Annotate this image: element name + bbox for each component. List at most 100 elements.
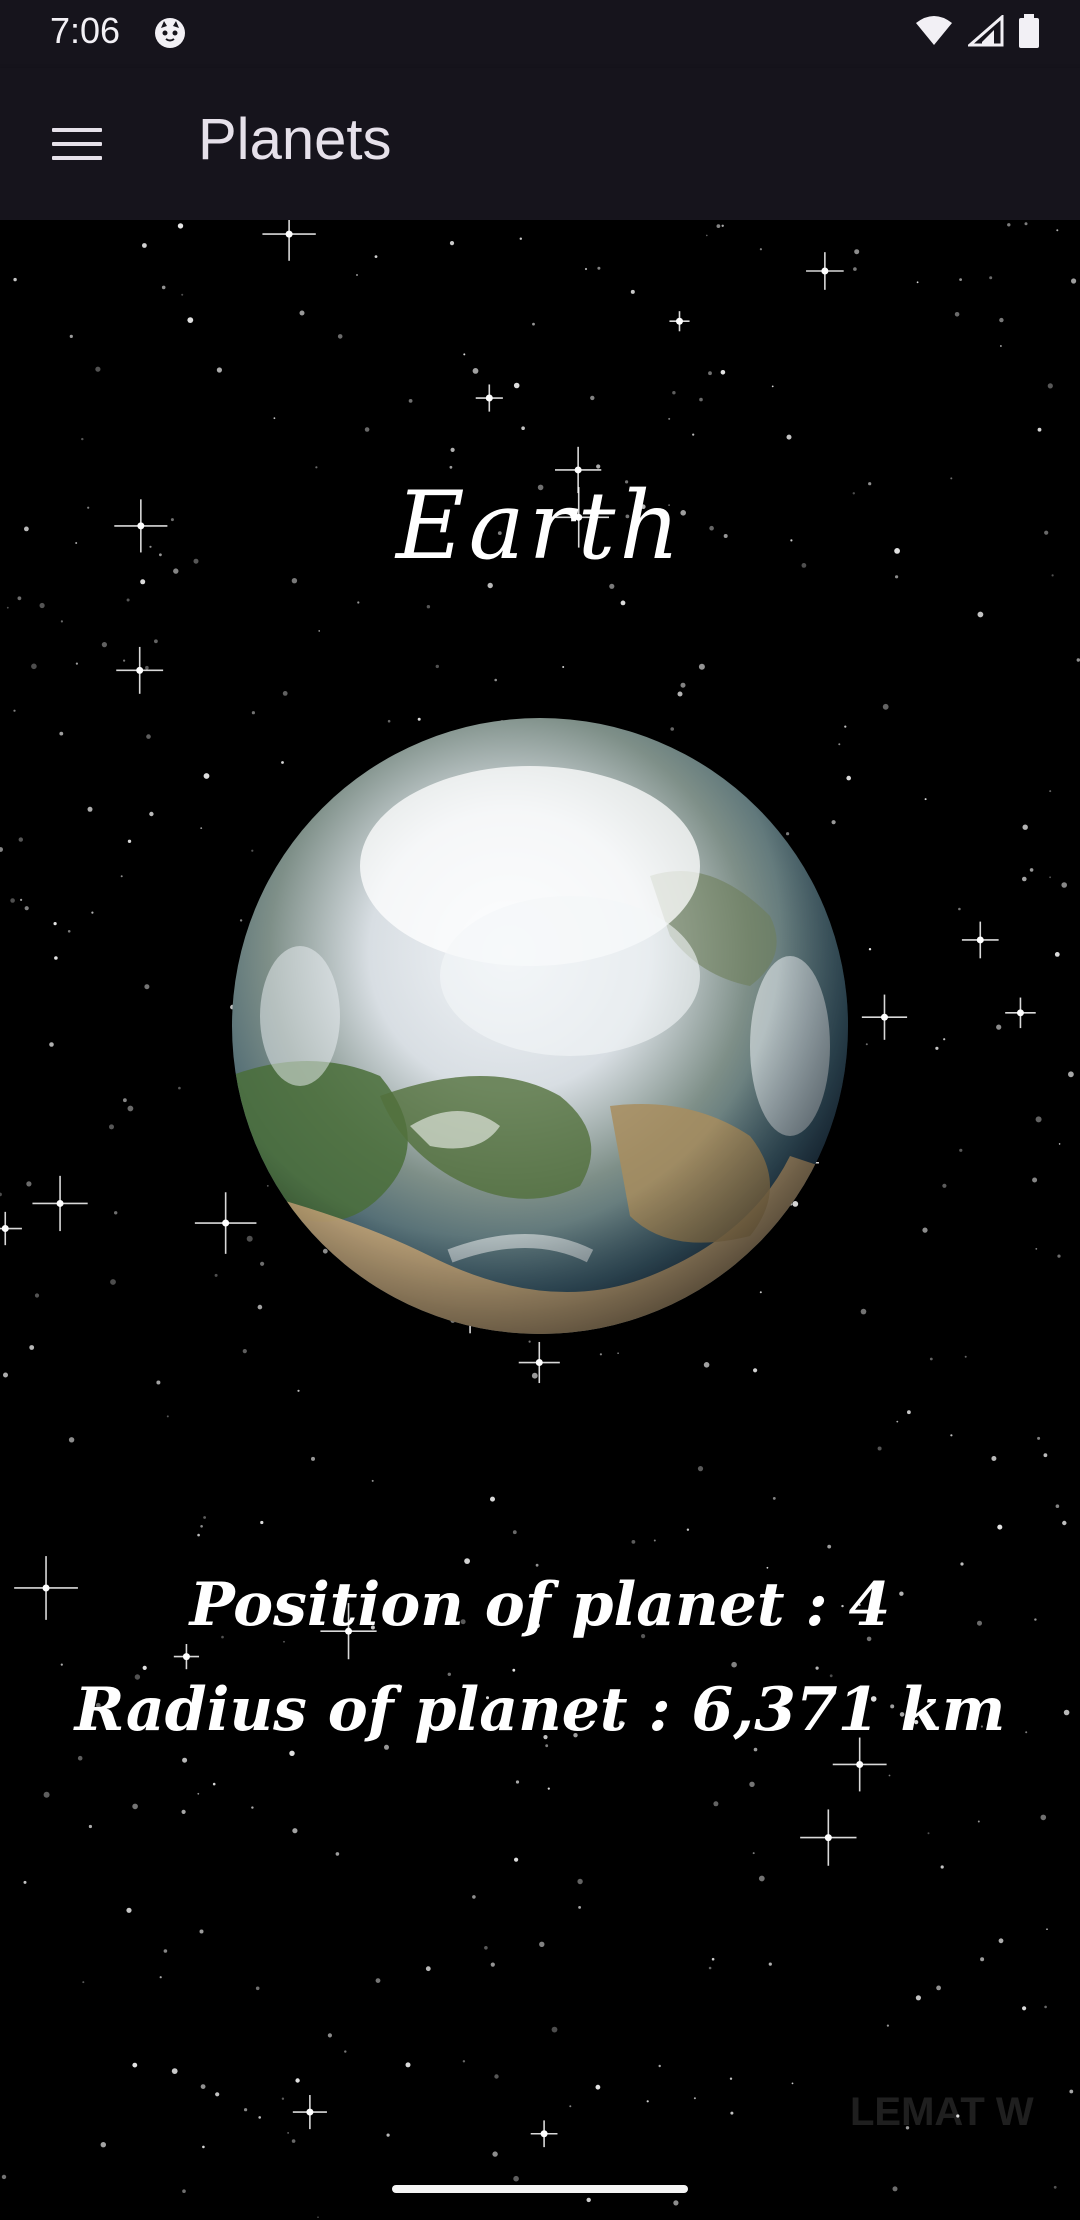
star: [768, 1962, 772, 1966]
star: [69, 334, 73, 338]
star: [100, 2142, 107, 2148]
star: [299, 310, 305, 316]
star: [177, 223, 184, 229]
star: [6, 606, 9, 609]
star: [81, 437, 84, 441]
star: [487, 582, 493, 589]
sparkle-star: [32, 1175, 88, 1232]
star: [10, 898, 15, 903]
star: [484, 1946, 488, 1950]
star: [215, 2092, 220, 2097]
planet-radius: Radius of planet : 6,371 km: [74, 1675, 1006, 1745]
star: [547, 1787, 550, 1790]
star: [693, 2097, 696, 2100]
star: [521, 426, 525, 430]
sparkle-star: [292, 2095, 327, 2130]
star: [999, 317, 1004, 323]
star: [244, 2108, 248, 2112]
signal-icon: [968, 15, 1004, 47]
star: [692, 433, 695, 436]
star: [915, 1995, 922, 2001]
star: [20, 898, 23, 902]
star: [729, 2077, 733, 2080]
sparkle-star: [832, 1737, 887, 1792]
sparkle-star: [1005, 997, 1036, 1029]
star: [123, 1098, 127, 1103]
star: [711, 1957, 715, 1961]
star: [199, 1929, 204, 1934]
star: [60, 1663, 63, 1666]
star: [716, 224, 721, 228]
star: [749, 1781, 755, 1788]
star: [344, 2050, 347, 2053]
star: [753, 1368, 758, 1373]
star: [13, 277, 17, 282]
star: [771, 385, 774, 388]
star: [531, 1372, 538, 1379]
star: [927, 1832, 930, 1835]
star: [39, 602, 45, 609]
star: [17, 596, 22, 601]
planet-position: Position of planet : 4: [189, 1570, 891, 1640]
star: [123, 659, 126, 662]
star: [357, 601, 360, 604]
star: [214, 1273, 218, 1277]
star: [182, 1757, 188, 1763]
star: [449, 241, 455, 246]
star: [408, 399, 413, 403]
star: [101, 642, 107, 648]
star: [935, 1046, 939, 1050]
star: [463, 353, 466, 356]
star: [297, 1389, 300, 1392]
star: [584, 267, 588, 271]
home-indicator[interactable]: [392, 2185, 688, 2193]
star: [590, 395, 595, 401]
star: [335, 1852, 340, 1856]
star: [1022, 2006, 1027, 2011]
star: [886, 2024, 890, 2027]
star: [120, 875, 123, 878]
star: [127, 1105, 134, 1112]
star: [24, 906, 29, 911]
star: [758, 1875, 765, 1882]
star: [989, 276, 993, 280]
star: [114, 1211, 118, 1215]
star: [882, 703, 889, 710]
star: [156, 1380, 161, 1385]
app-bar: Planets: [0, 68, 1080, 220]
planet-name: Earth: [396, 472, 684, 581]
star: [977, 1820, 980, 1823]
star: [1049, 790, 1052, 793]
star: [1043, 1453, 1048, 1458]
star: [54, 956, 58, 960]
star: [450, 447, 455, 452]
star: [132, 2062, 138, 2068]
sparkle-star: [518, 1341, 560, 1384]
star: [327, 2033, 332, 2038]
watermark-logo: LEMAT W: [850, 2090, 1034, 2134]
star: [87, 806, 93, 812]
star: [1068, 1071, 1074, 1078]
star: [699, 397, 703, 402]
star: [202, 2145, 205, 2149]
star: [1069, 2089, 1074, 2094]
star: [212, 1782, 216, 1786]
star: [159, 1976, 162, 1979]
star: [916, 281, 919, 284]
star: [154, 639, 158, 644]
sparkle-star: [475, 384, 503, 412]
star: [730, 2111, 734, 2115]
sparkle-star: [961, 921, 999, 959]
star: [997, 1524, 1003, 1530]
star: [356, 274, 358, 276]
star: [752, 1852, 755, 1855]
star: [892, 2186, 898, 2192]
star: [88, 1824, 92, 1829]
sparkle-star: [669, 311, 690, 332]
star: [721, 224, 724, 227]
star: [708, 371, 712, 376]
star: [929, 1357, 933, 1361]
star: [680, 682, 686, 688]
wifi-icon: [916, 16, 952, 45]
hamburger-menu-icon[interactable]: [40, 116, 112, 172]
